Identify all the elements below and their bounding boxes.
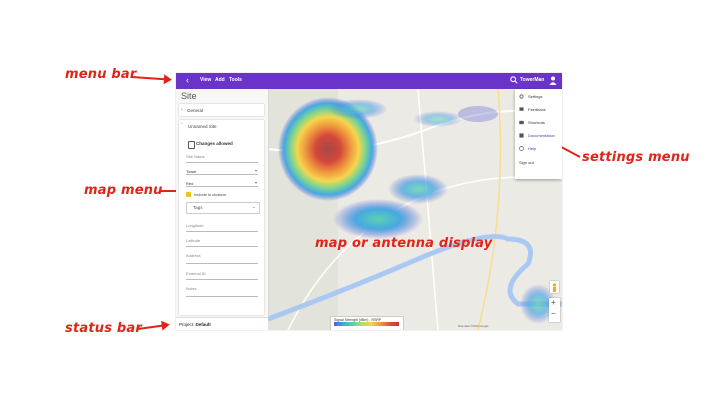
include-clusters-checkbox[interactable] (186, 192, 191, 197)
zoom-in-icon[interactable]: + (551, 298, 556, 307)
status-bar: Project: Default (176, 317, 268, 330)
dropdown-arrow-icon: ▾ (254, 168, 257, 173)
menu-item-label: Feedback (528, 107, 546, 112)
menu-add[interactable]: Add (215, 77, 225, 83)
annotation-arrow-menu-bar (131, 76, 170, 81)
project-label: Project: (179, 322, 195, 327)
zoom-control[interactable]: + − (549, 298, 560, 322)
notes-placeholder: Notes (186, 286, 197, 291)
general-section-label: General (187, 108, 204, 113)
zoom-out-icon[interactable]: − (551, 309, 556, 318)
general-section[interactable]: › General (179, 104, 264, 116)
include-clusters-label: Include in clusters (194, 192, 227, 197)
unnamed-site-label: Unnamed Site (188, 124, 217, 129)
address-field[interactable]: Address (186, 253, 258, 264)
menu-tools[interactable]: Tools (229, 77, 242, 83)
annotation-arrow-status-bar (137, 323, 168, 330)
menu-view[interactable]: View (200, 77, 211, 83)
annotation-menu-bar: menu bar (65, 67, 137, 82)
menu-item-label: Settings (528, 94, 543, 99)
address-placeholder: Address (186, 253, 201, 258)
project-status: Project: Default (179, 322, 211, 327)
tags-label: Tags (193, 205, 203, 210)
map-menu-sidebar: Site › General ˇ Unnamed Site Changes al… (176, 89, 269, 317)
annotation-map-menu: map menu (84, 183, 163, 198)
dropdown-arrow-icon: ▾ (254, 180, 257, 185)
help-icon (519, 146, 524, 151)
notes-field[interactable]: Notes (186, 286, 258, 297)
annotation-status-bar: status bar (65, 321, 142, 336)
external-id-field[interactable]: External ID (186, 271, 258, 280)
type-select-value: Tower (186, 169, 197, 174)
book-icon (519, 133, 524, 138)
settings-menu: Settings Feedback Shortcuts Documentatio… (515, 89, 562, 179)
external-id-placeholder: External ID (186, 271, 206, 276)
user-name[interactable]: TowerMan (520, 77, 544, 83)
chevron-down-icon: ⌄ (251, 204, 256, 210)
signal-legend: Signal Strength (dBm) - RSRP (330, 316, 404, 330)
tags-select[interactable]: Tags ⌄ (186, 202, 260, 214)
color-select-value: Red (186, 181, 194, 186)
site-name-field[interactable]: Site Name (186, 154, 258, 163)
gear-icon (519, 94, 524, 99)
menu-bar: ‹ View Add Tools TowerMan (176, 73, 562, 89)
lock-icon[interactable] (188, 141, 195, 149)
menu-item-label: Sign out (519, 160, 534, 165)
chevron-down-icon[interactable]: ˇ (181, 123, 183, 129)
color-select[interactable]: Red ▾ (186, 178, 258, 187)
search-icon[interactable] (510, 76, 518, 84)
menu-item-sign-out[interactable]: Sign out (515, 157, 562, 169)
menu-item-label: Shortcuts (528, 120, 545, 125)
annotation-map-display: map or antenna display (315, 236, 493, 251)
legend-color-bar (334, 322, 399, 326)
project-value[interactable]: Default (196, 322, 211, 327)
site-name-placeholder: Site Name (186, 154, 205, 159)
latitude-placeholder: Latitude (186, 238, 201, 243)
menu-item-shortcuts[interactable]: Shortcuts (515, 117, 562, 129)
sidebar-title: Site (181, 91, 197, 101)
chevron-right-icon: › (181, 107, 183, 113)
changes-allowed-label: Changes allowed (196, 141, 233, 146)
menu-item-settings[interactable]: Settings (515, 91, 562, 103)
keyboard-icon (519, 120, 524, 125)
map-attribution: Map data ©2020 Google (458, 324, 489, 328)
site-details-section: ˇ Unnamed Site Changes allowed Site Name… (179, 120, 264, 315)
user-icon[interactable] (549, 76, 557, 85)
longitude-placeholder: Longitude (186, 223, 204, 228)
longitude-field[interactable]: Longitude (186, 223, 258, 232)
feedback-icon (519, 107, 524, 111)
menu-item-label: Help (528, 146, 537, 151)
annotation-settings-menu: settings menu (582, 150, 690, 165)
street-view-pegman-icon[interactable] (550, 281, 559, 293)
latitude-field[interactable]: Latitude (186, 238, 258, 247)
menu-item-documentation[interactable]: Documentation (515, 130, 562, 142)
back-icon[interactable]: ‹ (186, 75, 189, 85)
menu-item-help[interactable]: Help (515, 143, 562, 155)
type-select[interactable]: Tower ▾ (186, 166, 258, 175)
menu-item-label: Documentation (528, 133, 555, 138)
app-window: Signal Strength (dBm) - RSRP + − Map dat… (176, 73, 562, 330)
menu-item-feedback[interactable]: Feedback (515, 104, 562, 116)
